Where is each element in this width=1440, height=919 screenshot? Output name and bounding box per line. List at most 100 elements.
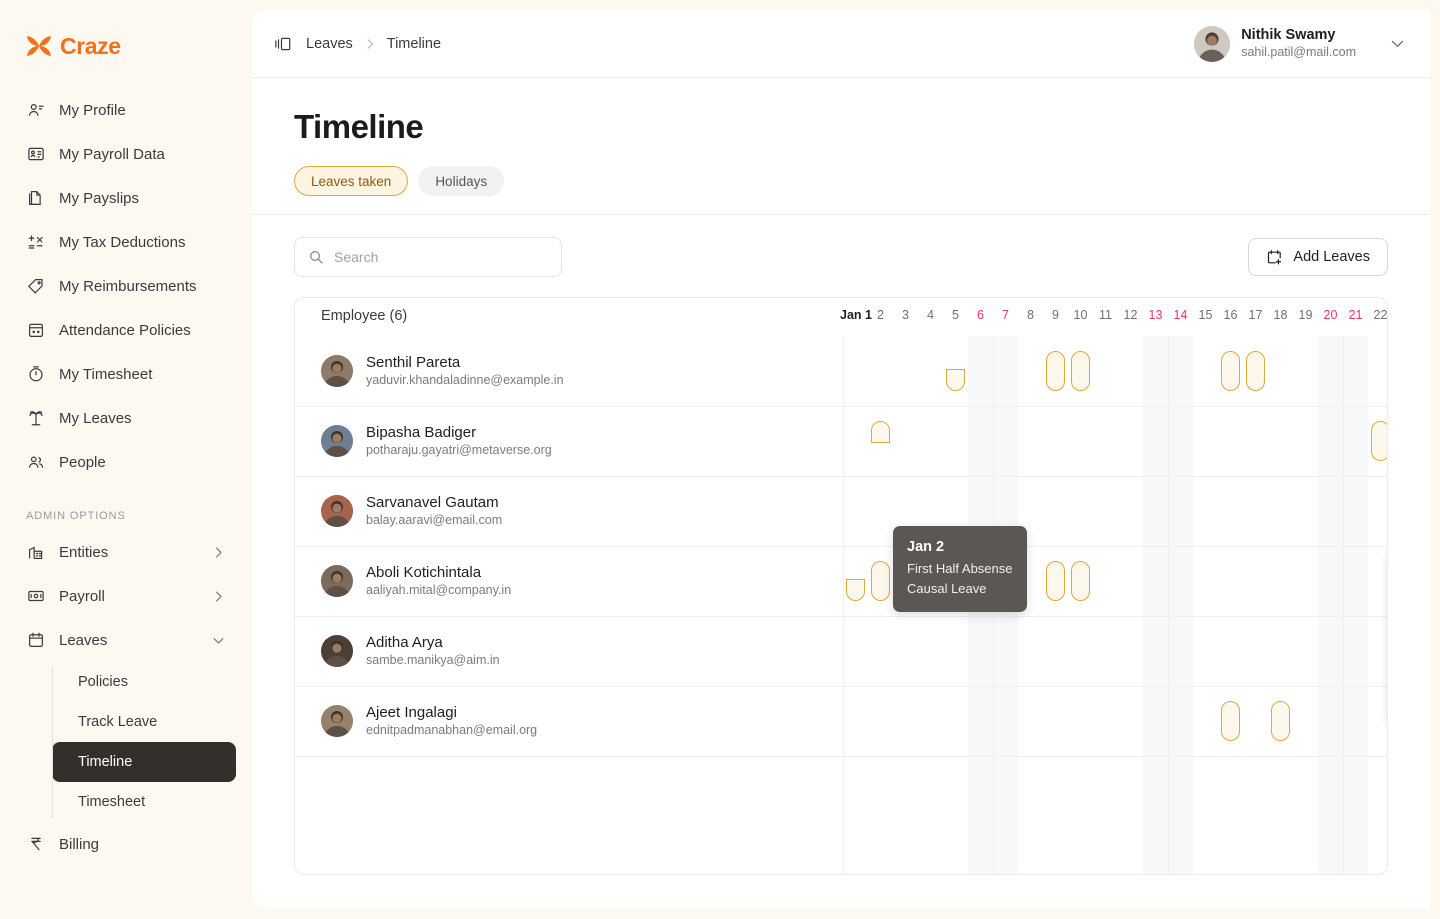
top-bar: Leaves Timeline Nithik Swamy — [252, 10, 1430, 78]
sidebar-subitem-track-leave[interactable]: Track Leave — [52, 702, 236, 742]
id-card-icon — [26, 145, 45, 164]
building-icon — [26, 543, 45, 562]
sidebar-subitem-timesheet[interactable]: Timesheet — [52, 782, 236, 822]
money-bill-icon — [26, 587, 45, 606]
sidebar-item-my-leaves[interactable]: My Leaves — [0, 396, 252, 440]
employee-name: Ajeet Ingalagi — [366, 703, 537, 723]
leave-marker[interactable] — [1371, 421, 1388, 461]
date-cell-4: 4 — [918, 308, 943, 322]
sidebar: Craze My Profile My Payroll Data My Pays… — [0, 0, 252, 919]
sidebar-subitem-label: Policies — [78, 674, 128, 690]
leave-marker[interactable] — [871, 561, 890, 601]
sidebar-item-my-payroll-data[interactable]: My Payroll Data — [0, 132, 252, 176]
sidebar-item-my-profile[interactable]: My Profile — [0, 88, 252, 132]
user-info: Nithik Swamy sahil.patil@mail.com — [1241, 26, 1356, 60]
people-icon — [26, 453, 45, 472]
sidebar-item-attendance-policies[interactable]: Attendance Policies — [0, 308, 252, 352]
toolbar: Add Leaves — [252, 215, 1430, 277]
documents-icon — [26, 189, 45, 208]
date-cell-16: 16 — [1218, 308, 1243, 322]
add-leaves-button[interactable]: Add Leaves — [1248, 238, 1388, 276]
leave-marker[interactable] — [946, 369, 965, 391]
sidebar-item-label: Attendance Policies — [59, 322, 191, 339]
sidebar-item-billing[interactable]: Billing — [0, 822, 252, 866]
sidebar-subitem-label: Timeline — [78, 754, 132, 770]
employee-info: Bipasha Badigerpotharaju.gayatri@metaver… — [366, 423, 552, 459]
avatar — [321, 565, 353, 597]
tag-icon — [26, 277, 45, 296]
date-cell-13: 13 — [1143, 308, 1168, 322]
date-cell-22: 22 — [1368, 308, 1388, 322]
leave-marker[interactable] — [1221, 701, 1240, 741]
employee-name: Aditha Arya — [366, 633, 500, 653]
employee-email: potharaju.gayatri@metaverse.org — [366, 442, 552, 459]
tab-leaves-taken[interactable]: Leaves taken — [294, 166, 408, 196]
user-profile-icon — [26, 101, 45, 120]
sidebar-item-label: Leaves — [59, 632, 107, 649]
sidebar-item-label: My Reimbursements — [59, 278, 197, 295]
sidebar-item-label: Billing — [59, 836, 99, 853]
employee-row[interactable]: Bipasha Badigerpotharaju.gayatri@metaver… — [295, 406, 1387, 476]
avatar — [321, 495, 353, 527]
sidebar-item-entities[interactable]: Entities — [0, 530, 252, 574]
date-cell-12: 12 — [1118, 308, 1143, 322]
page-title: Timeline — [294, 108, 1388, 146]
date-cell-11: 11 — [1093, 308, 1118, 322]
search-input[interactable] — [334, 249, 548, 265]
sidebar-item-payroll[interactable]: Payroll — [0, 574, 252, 618]
date-cell-17: 17 — [1243, 308, 1268, 322]
breadcrumb-item-timeline[interactable]: Timeline — [387, 36, 441, 52]
employee-name: Sarvanavel Gautam — [366, 493, 502, 513]
sidebar-item-label: People — [59, 454, 106, 471]
app-root: Craze My Profile My Payroll Data My Pays… — [0, 0, 1440, 919]
chevron-down-icon[interactable] — [1389, 35, 1406, 52]
search-box[interactable] — [294, 237, 562, 277]
leave-marker[interactable] — [1046, 351, 1065, 391]
employee-row[interactable]: Aditha Aryasambe.manikya@aim.in — [295, 616, 1387, 686]
user-email: sahil.patil@mail.com — [1241, 44, 1356, 60]
leave-marker[interactable] — [846, 579, 865, 601]
employee-row[interactable]: Sarvanavel Gautambalay.aaravi@email.com — [295, 476, 1387, 546]
sidebar-item-my-reimbursements[interactable]: My Reimbursements — [0, 264, 252, 308]
add-leaves-label: Add Leaves — [1293, 249, 1370, 265]
sidebar-item-leaves[interactable]: Leaves — [0, 618, 252, 662]
leave-marker[interactable] — [1071, 561, 1090, 601]
sidebar-subitem-policies[interactable]: Policies — [52, 662, 236, 702]
employee-email: ednitpadmanabhan@email.org — [366, 722, 537, 739]
employee-row[interactable]: Aboli Kotichintalaaaliyah.mital@company.… — [295, 546, 1387, 616]
sidebar-item-people[interactable]: People — [0, 440, 252, 484]
sidebar-subitem-timeline[interactable]: Timeline — [52, 742, 236, 782]
leave-marker[interactable] — [1271, 701, 1290, 741]
date-cell-5: 5 — [943, 308, 968, 322]
sidebar-subitem-label: Track Leave — [78, 714, 157, 730]
date-cell-2: 2 — [868, 308, 893, 322]
sidebar-item-my-payslips[interactable]: My Payslips — [0, 176, 252, 220]
date-cell-15: 15 — [1193, 308, 1218, 322]
sidebar-item-my-timesheet[interactable]: My Timesheet — [0, 352, 252, 396]
breadcrumb: Leaves Timeline — [274, 35, 441, 53]
leave-marker[interactable] — [1246, 351, 1265, 391]
brand-logo[interactable]: Craze — [0, 26, 252, 66]
collapse-panel-icon[interactable] — [274, 35, 292, 53]
leave-marker[interactable] — [1071, 351, 1090, 391]
tab-holidays[interactable]: Holidays — [418, 166, 504, 196]
tab-bar: Leaves taken Holidays — [294, 166, 1388, 214]
breadcrumb-item-leaves[interactable]: Leaves — [306, 36, 353, 52]
search-icon — [308, 249, 324, 265]
leave-marker[interactable] — [871, 421, 890, 443]
user-menu[interactable]: Nithik Swamy sahil.patil@mail.com — [1194, 26, 1406, 62]
calendar-grid-icon — [26, 321, 45, 340]
timeline-header: Employee (6) Jan 12345678910111213141516… — [295, 298, 1387, 336]
sidebar-item-my-tax-deductions[interactable]: My Tax Deductions — [0, 220, 252, 264]
date-cell-3: 3 — [893, 308, 918, 322]
leave-marker[interactable] — [1046, 561, 1065, 601]
brand-name: Craze — [60, 33, 121, 60]
date-cell-6: 6 — [968, 308, 993, 322]
sidebar-item-label: Payroll — [59, 588, 105, 605]
calendar-plus-icon — [1266, 249, 1283, 266]
main-panel: Leaves Timeline Nithik Swamy — [252, 10, 1430, 909]
date-cell-20: 20 — [1318, 308, 1343, 322]
leave-marker[interactable] — [1221, 351, 1240, 391]
avatar — [1194, 26, 1230, 62]
date-cell-7: 7 — [993, 308, 1018, 322]
